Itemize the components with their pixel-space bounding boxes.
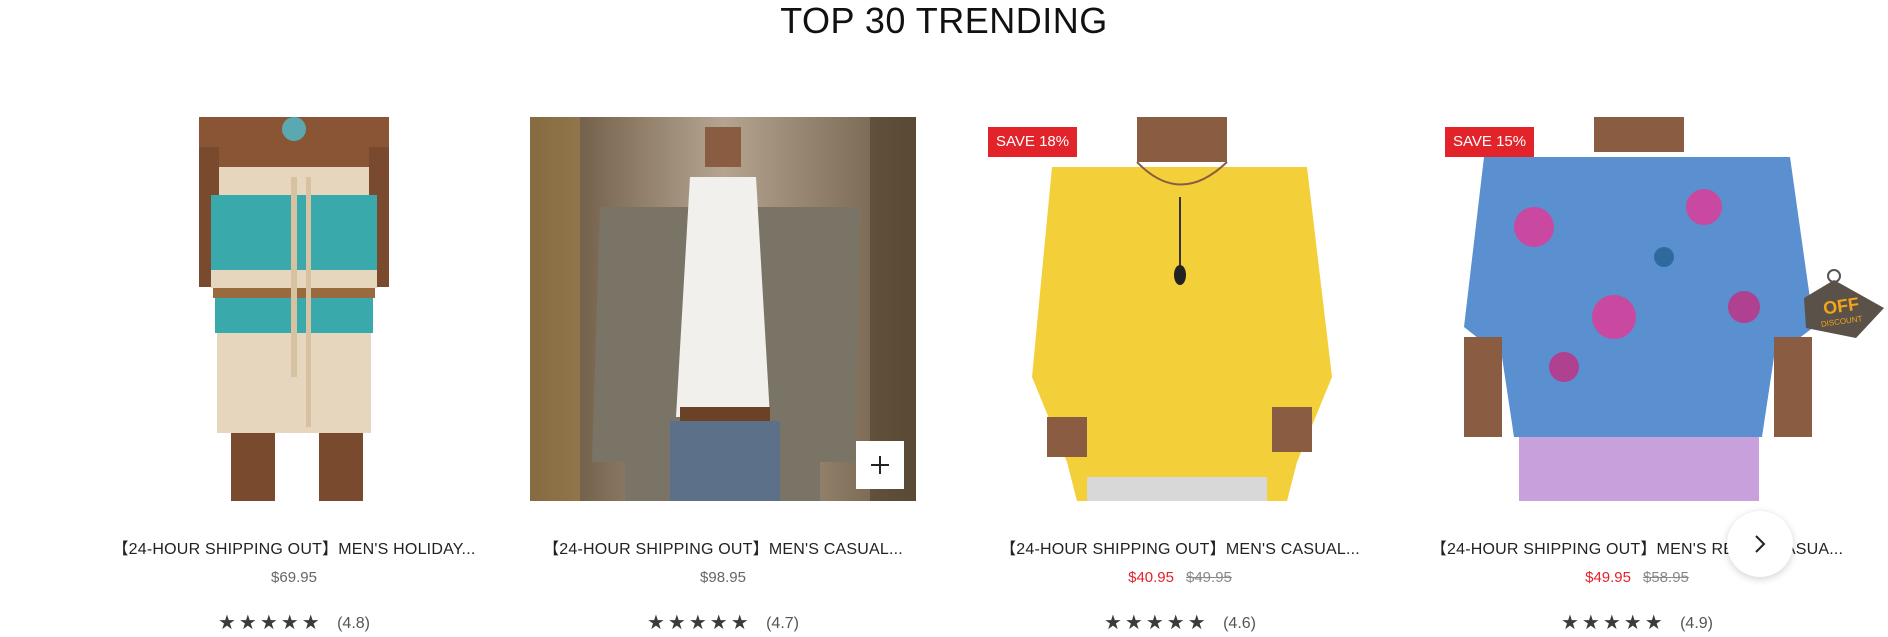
product-card[interactable]: 【24-HOUR SHIPPING OUT】MEN'S HOLIDAY... $…: [101, 117, 487, 637]
off-discount-tag-icon[interactable]: OFF DISCOUNT: [1796, 268, 1888, 340]
product-name[interactable]: 【24-HOUR SHIPPING OUT】MEN'S RETRO CASUA.…: [1384, 535, 1888, 559]
save-badge: SAVE 18%: [988, 127, 1078, 157]
rating-row: ★★★★★ (4.8): [101, 610, 487, 635]
carousel-next-button[interactable]: [1727, 511, 1793, 577]
save-badge: SAVE 15%: [1445, 127, 1535, 157]
quick-add-button[interactable]: [856, 441, 904, 489]
rating-value: (4.9): [1680, 615, 1713, 632]
product-photo-crochet-shorts: [101, 117, 487, 501]
product-sale-price: $49.95: [1585, 569, 1631, 586]
product-price: $69.95: [271, 569, 317, 586]
rating-row: ★★★★★ (4.9): [1444, 610, 1830, 635]
rating-value: (4.7): [766, 615, 799, 632]
product-card[interactable]: SAVE 18% 【24-HOUR SHIPPING OUT】MEN'S CAS…: [987, 117, 1373, 637]
product-card[interactable]: 【24-HOUR SHIPPING OUT】MEN'S CASUAL... $9…: [530, 117, 916, 637]
product-image[interactable]: [101, 117, 487, 501]
chevron-right-icon: [1755, 535, 1766, 553]
product-photo-yellow-tee: [987, 117, 1373, 501]
product-image[interactable]: SAVE 15%: [1444, 117, 1830, 501]
star-rating-icons: ★★★★★: [1103, 612, 1209, 634]
product-price: $98.95: [700, 569, 746, 586]
price-row: $40.95 $49.95: [987, 569, 1373, 586]
section-title: TOP 30 TRENDING: [780, 0, 1108, 41]
product-original-price: $49.95: [1186, 569, 1232, 586]
price-row: $98.95: [530, 569, 916, 586]
star-rating-icons: ★★★★★: [1560, 612, 1666, 634]
product-carousel: 【24-HOUR SHIPPING OUT】MEN'S HOLIDAY... $…: [0, 117, 1888, 634]
product-image[interactable]: [530, 117, 916, 501]
star-rating-icons: ★★★★★: [217, 612, 323, 634]
plus-icon: [871, 456, 889, 474]
product-photo-floral-shirt: [1444, 117, 1830, 501]
product-name[interactable]: 【24-HOUR SHIPPING OUT】MEN'S CASUAL...: [927, 535, 1433, 559]
rating-row: ★★★★★ (4.7): [530, 610, 916, 635]
rating-value: (4.8): [337, 615, 370, 632]
product-original-price: $58.95: [1643, 569, 1689, 586]
product-image[interactable]: SAVE 18%: [987, 117, 1373, 501]
product-name[interactable]: 【24-HOUR SHIPPING OUT】MEN'S CASUAL...: [470, 535, 976, 559]
rating-value: (4.6): [1223, 615, 1256, 632]
rating-row: ★★★★★ (4.6): [987, 610, 1373, 635]
product-sale-price: $40.95: [1128, 569, 1174, 586]
star-rating-icons: ★★★★★: [646, 612, 752, 634]
price-row: $69.95: [101, 569, 487, 586]
